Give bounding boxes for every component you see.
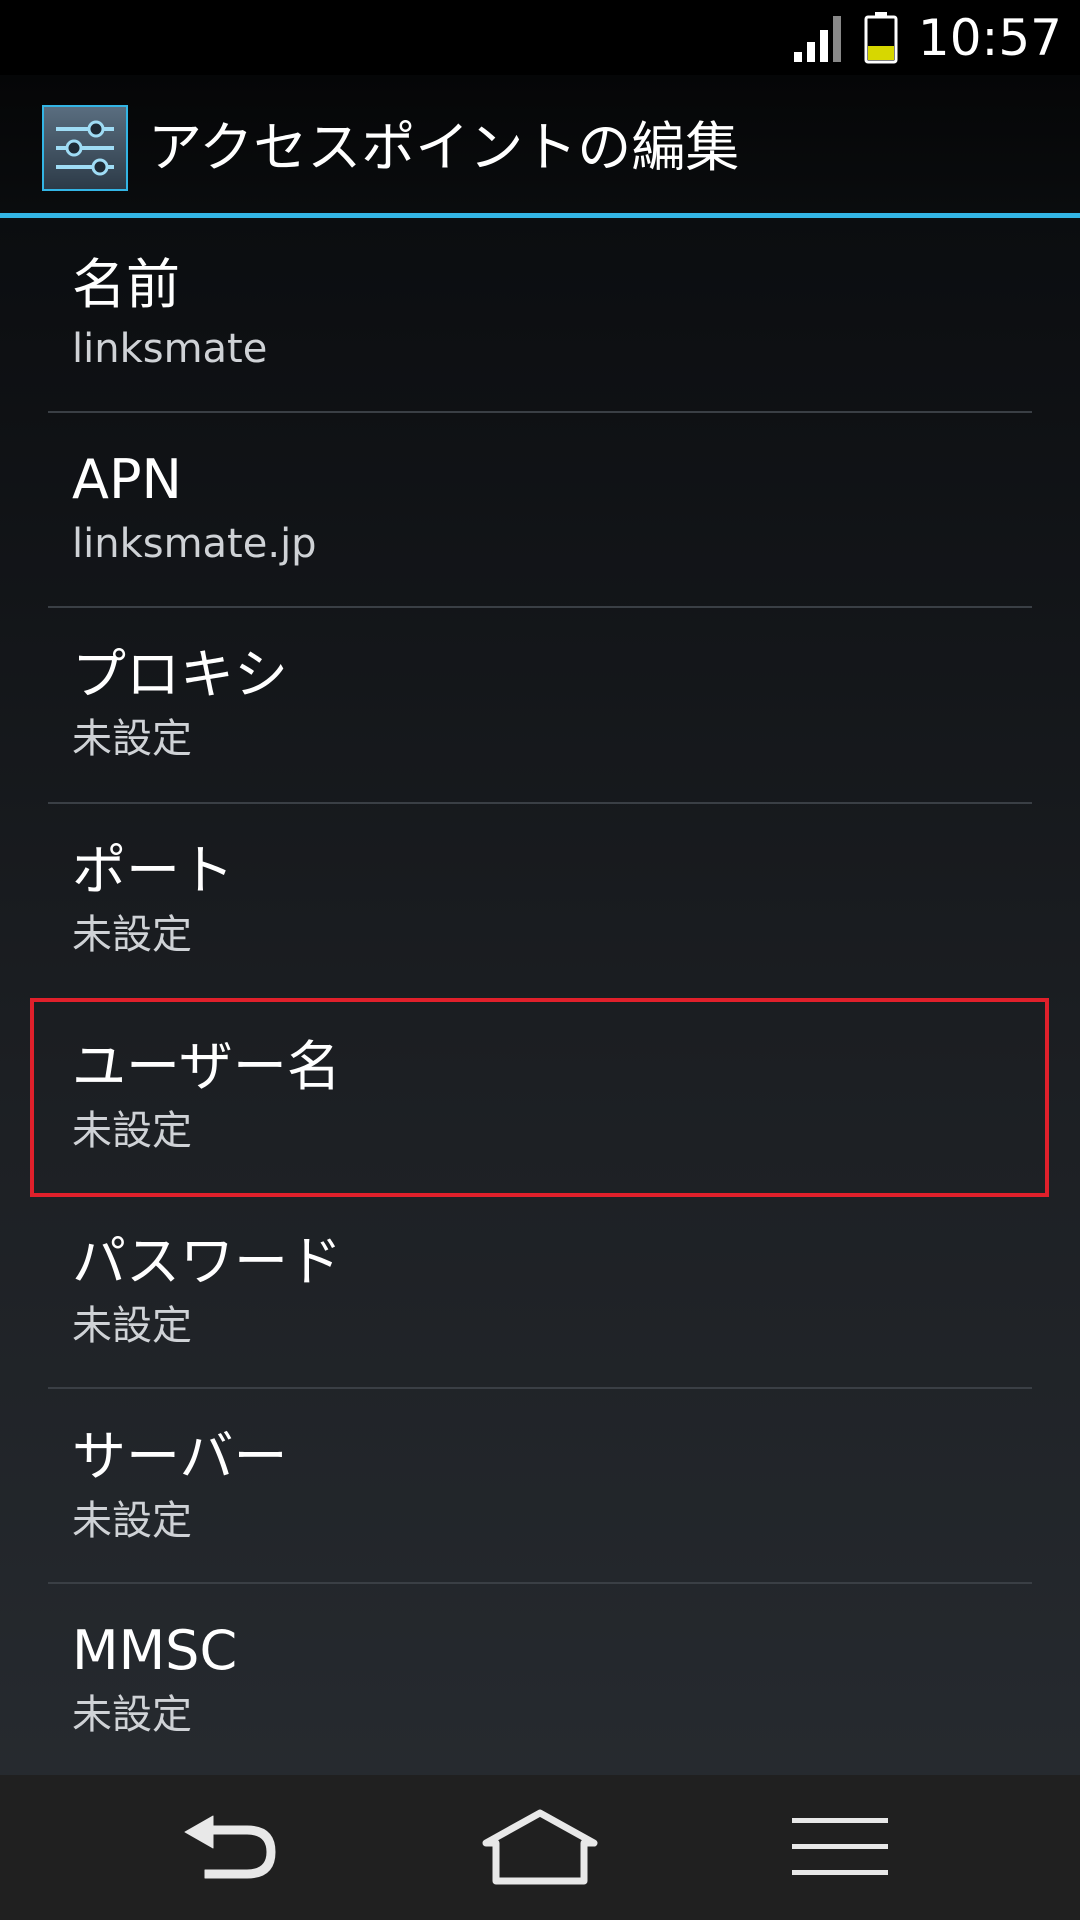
- setting-row-proxy[interactable]: プロキシ 未設定: [0, 608, 1080, 803]
- setting-label: プロキシ: [72, 643, 288, 706]
- status-icons: 10:57: [793, 0, 1062, 75]
- setting-value: 未設定: [72, 912, 192, 958]
- setting-label: サーバー: [72, 1425, 288, 1488]
- page-title: アクセスポイントの編集: [148, 116, 740, 179]
- setting-row-server[interactable]: サーバー 未設定: [0, 1390, 1080, 1585]
- home-icon: [482, 1809, 598, 1885]
- highlight-box: [30, 998, 1049, 1197]
- action-bar: アクセスポイントの編集: [0, 75, 1080, 215]
- setting-value: 未設定: [72, 1498, 192, 1544]
- setting-label: パスワード: [72, 1230, 342, 1293]
- settings-app-icon[interactable]: [42, 105, 128, 191]
- setting-value: linksmate: [72, 326, 268, 372]
- back-button[interactable]: [152, 1797, 312, 1897]
- menu-button[interactable]: [760, 1797, 920, 1897]
- divider: [48, 1387, 1032, 1389]
- setting-row-port[interactable]: ポート 未設定: [0, 804, 1080, 999]
- setting-row-mmsc[interactable]: MMSC 未設定: [0, 1584, 1080, 1779]
- signal-icon: [793, 15, 841, 62]
- setting-value: linksmate.jp: [72, 521, 317, 567]
- navigation-bar: [0, 1775, 1080, 1920]
- setting-label: ポート: [72, 839, 234, 902]
- setting-label: MMSC: [72, 1619, 238, 1682]
- menu-icon: [792, 1818, 888, 1875]
- back-icon: [184, 1815, 276, 1879]
- clock: 10:57: [917, 8, 1062, 67]
- status-bar: 10:57: [0, 0, 1080, 75]
- home-button[interactable]: [460, 1797, 620, 1897]
- setting-row-name[interactable]: 名前 linksmate: [0, 218, 1080, 413]
- setting-value: 未設定: [72, 1303, 192, 1349]
- battery-icon: [864, 11, 898, 63]
- setting-value: 未設定: [72, 1692, 192, 1738]
- setting-label: APN: [72, 448, 182, 511]
- setting-row-apn[interactable]: APN linksmate.jp: [0, 413, 1080, 608]
- setting-value: 未設定: [72, 716, 192, 762]
- apn-settings-list[interactable]: 名前 linksmate APN linksmate.jp プロキシ 未設定 ポ…: [0, 218, 1080, 1775]
- setting-label: 名前: [72, 253, 180, 316]
- setting-row-password[interactable]: パスワード 未設定: [0, 1195, 1080, 1390]
